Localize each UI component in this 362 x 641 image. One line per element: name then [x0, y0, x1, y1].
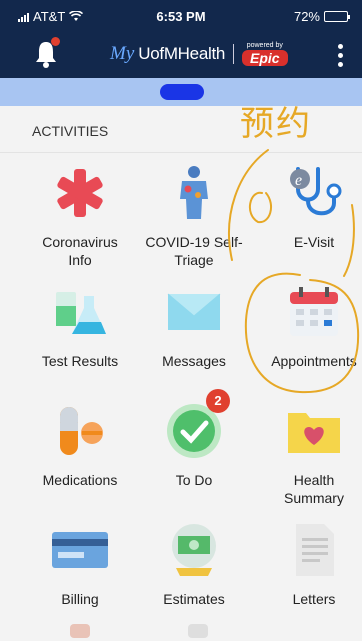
handwritten-circle-annotation [228, 149, 360, 394]
app-screen: AT&T 6:53 PM 72% My UofMHealth powered b… [0, 0, 362, 641]
